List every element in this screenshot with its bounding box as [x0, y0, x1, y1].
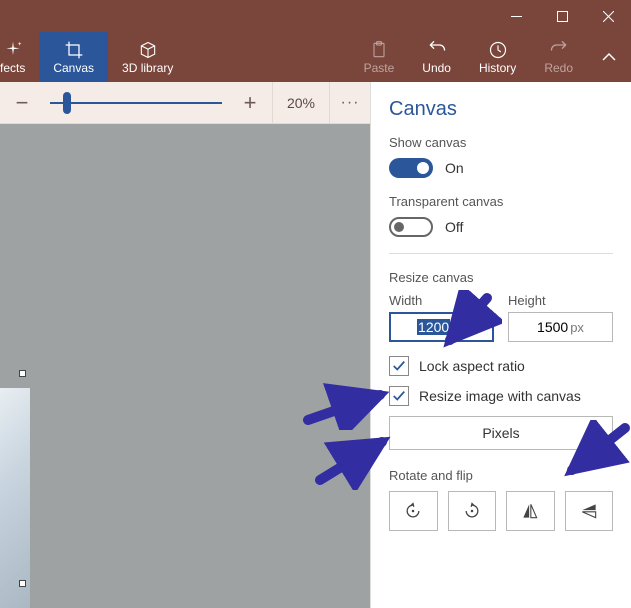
flip-horizontal-icon	[520, 501, 540, 521]
ribbon-canvas[interactable]: Canvas	[39, 32, 108, 82]
check-icon	[392, 389, 406, 403]
resize-canvas-label: Resize canvas	[389, 270, 613, 285]
ribbon-canvas-label: Canvas	[53, 62, 94, 74]
history-icon	[488, 40, 508, 60]
lock-aspect-checkbox[interactable]	[389, 356, 409, 376]
clipboard-icon	[369, 40, 389, 60]
resize-handle[interactable]	[19, 580, 26, 587]
chevron-up-icon	[601, 49, 617, 65]
resize-image-checkbox[interactable]	[389, 386, 409, 406]
ribbon-effects[interactable]: fects	[0, 32, 39, 82]
ribbon-toolbar: fects Canvas 3D library Paste Undo Histo…	[0, 32, 631, 82]
rotate-flip-label: Rotate and flip	[389, 468, 613, 483]
zoom-slider-thumb[interactable]	[63, 92, 71, 114]
zoom-more-button[interactable]: ···	[330, 82, 370, 123]
unit-select[interactable]: Pixels	[389, 416, 613, 450]
rotate-right-icon	[462, 501, 482, 521]
resize-handle[interactable]	[19, 370, 26, 377]
ribbon-paste-label: Paste	[364, 62, 395, 74]
ribbon-history[interactable]: History	[465, 32, 530, 82]
flip-vertical-button[interactable]	[565, 491, 614, 531]
canvas-content	[0, 388, 30, 608]
flip-vertical-icon	[579, 501, 599, 521]
transparent-canvas-toggle[interactable]	[389, 217, 433, 237]
minimize-button[interactable]	[493, 0, 539, 32]
window-titlebar	[0, 0, 631, 32]
zoom-percent[interactable]: 20%	[272, 82, 330, 123]
crop-icon	[64, 40, 84, 60]
width-label: Width	[389, 293, 494, 308]
redo-icon	[549, 40, 569, 60]
ribbon-paste: Paste	[350, 32, 409, 82]
flip-horizontal-button[interactable]	[506, 491, 555, 531]
rotate-left-icon	[403, 501, 423, 521]
height-unit: px	[570, 320, 584, 335]
rotate-right-button[interactable]	[448, 491, 497, 531]
show-canvas-state: On	[445, 160, 464, 176]
zoom-slider-track	[50, 102, 222, 104]
width-unit: px	[452, 320, 466, 335]
ribbon-undo[interactable]: Undo	[408, 32, 465, 82]
canvas-properties-panel: Canvas Show canvas On Transparent canvas…	[370, 82, 631, 608]
resize-image-label: Resize image with canvas	[419, 388, 581, 404]
ribbon-effects-label: fects	[0, 62, 25, 74]
transparent-canvas-label: Transparent canvas	[389, 194, 613, 209]
show-canvas-toggle[interactable]	[389, 158, 433, 178]
cube-icon	[138, 40, 158, 60]
ribbon-undo-label: Undo	[422, 62, 451, 74]
panel-title: Canvas	[389, 98, 613, 121]
ribbon-redo-label: Redo	[544, 62, 573, 74]
ribbon-spacer	[187, 32, 349, 82]
show-canvas-label: Show canvas	[389, 135, 613, 150]
width-input[interactable]: 1200px	[389, 312, 494, 342]
lock-aspect-label: Lock aspect ratio	[419, 358, 525, 374]
close-button[interactable]	[585, 0, 631, 32]
canvas-viewport[interactable]	[0, 124, 370, 608]
zoom-out-button[interactable]: −	[0, 90, 44, 116]
ribbon-3d-library-label: 3D library	[122, 62, 173, 74]
panel-divider	[389, 253, 613, 254]
check-icon	[392, 359, 406, 373]
zoom-toolbar: − + 20% ···	[0, 82, 370, 124]
height-value: 1500	[537, 319, 568, 335]
ribbon-3d-library[interactable]: 3D library	[108, 32, 187, 82]
width-value: 1200	[417, 319, 450, 335]
transparent-canvas-state: Off	[445, 219, 463, 235]
zoom-in-button[interactable]: +	[228, 90, 272, 116]
unit-select-value: Pixels	[482, 425, 519, 441]
canvas-workspace: − + 20% ···	[0, 82, 370, 608]
chevron-down-icon	[586, 425, 600, 442]
height-input[interactable]: 1500px	[508, 312, 613, 342]
ribbon-history-label: History	[479, 62, 516, 74]
zoom-slider[interactable]	[44, 102, 228, 104]
ribbon-collapse-button[interactable]	[587, 32, 631, 82]
height-label: Height	[508, 293, 613, 308]
ribbon-redo: Redo	[530, 32, 587, 82]
maximize-button[interactable]	[539, 0, 585, 32]
undo-icon	[427, 40, 447, 60]
main-area: − + 20% ··· Canvas Show canvas On Transp…	[0, 82, 631, 608]
rotate-left-button[interactable]	[389, 491, 438, 531]
sparkle-icon	[3, 40, 23, 60]
